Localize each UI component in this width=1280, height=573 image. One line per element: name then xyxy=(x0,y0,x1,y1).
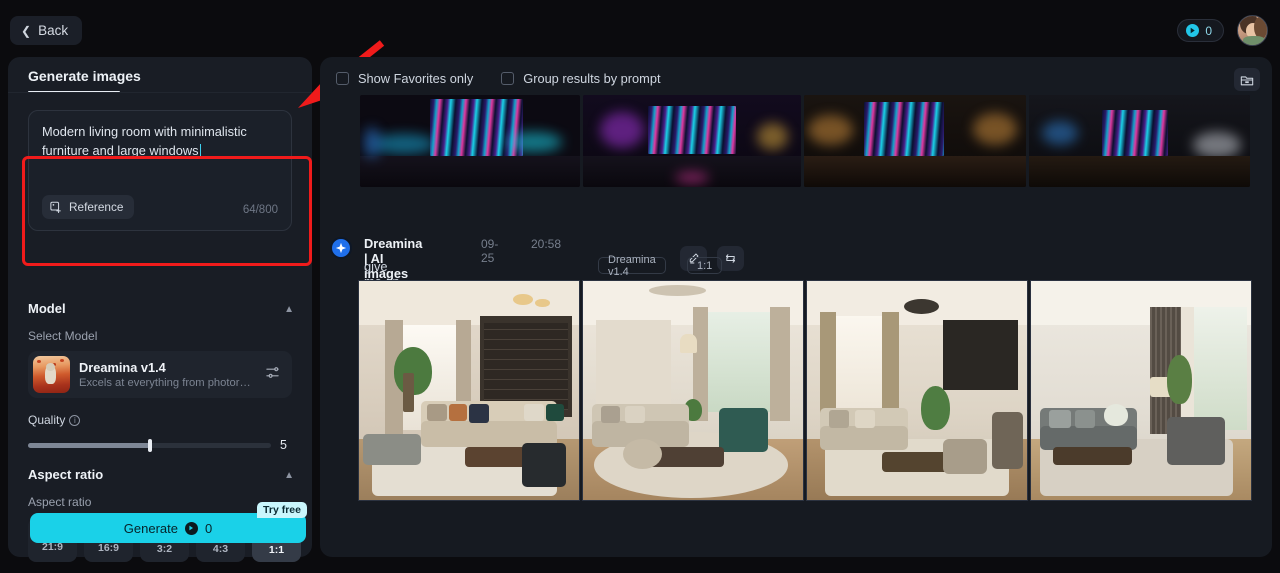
panel-tabs: Generate images xyxy=(8,57,312,101)
aspect-option-label: 16:9 xyxy=(97,542,119,554)
try-free-badge: Try free xyxy=(257,502,307,518)
text-caret xyxy=(199,144,201,157)
top-bar: ❮ Back 0 xyxy=(0,0,1280,60)
previous-results-strip xyxy=(360,95,1250,187)
model-collapse-chevron-up-icon[interactable]: ▲ xyxy=(284,304,294,315)
sliders-icon[interactable] xyxy=(265,365,280,385)
result-thumbnail[interactable] xyxy=(1029,95,1250,187)
char-counter: 64/800 xyxy=(242,204,278,216)
result-date: 09-25 xyxy=(481,237,499,265)
quality-value: 5 xyxy=(280,438,287,452)
model-info: Dreamina v1.4 Excels at everything from … xyxy=(79,360,265,389)
generate-panel: Generate images Modern living room with … xyxy=(8,57,312,562)
generated-image-3[interactable] xyxy=(806,280,1028,501)
image-plus-icon xyxy=(50,201,61,213)
result-thumbnail[interactable] xyxy=(360,95,580,187)
filter-label: Group results by prompt xyxy=(523,71,661,86)
slider-fill xyxy=(28,443,150,448)
aspect-option-label: 4:3 xyxy=(212,542,229,555)
reference-label: Reference xyxy=(69,200,124,214)
filter-group-by-prompt[interactable]: Group results by prompt xyxy=(501,71,661,86)
generated-image-2[interactable] xyxy=(582,280,804,501)
reference-button[interactable]: Reference xyxy=(42,195,135,219)
archive-folder-icon[interactable] xyxy=(1234,68,1260,91)
result-thumbnail[interactable] xyxy=(804,95,1026,187)
result-thumbnail[interactable] xyxy=(583,95,801,187)
tab-divider xyxy=(8,92,312,93)
select-model-label: Select Model xyxy=(28,329,98,343)
quality-label: Quality i xyxy=(28,413,81,427)
filter-label: Show Favorites only xyxy=(358,71,474,86)
generate-button[interactable]: Generate 0 Try free xyxy=(30,502,307,543)
aspect-option-label: 1:1 xyxy=(268,544,285,556)
generate-cost: 0 xyxy=(204,520,213,536)
aspect-section-title: Aspect ratio xyxy=(28,467,104,482)
app-root: ❮ Back 0 Generate images Modern living r… xyxy=(0,0,1280,573)
avatar-shirt xyxy=(1243,36,1265,45)
back-button[interactable]: ❮ Back xyxy=(10,16,83,45)
aspect-option-label: 3:2 xyxy=(156,542,173,555)
info-icon[interactable]: i xyxy=(69,415,81,426)
quality-label-text: Quality xyxy=(28,413,66,427)
coin-icon xyxy=(1186,24,1200,37)
back-button-label: Back xyxy=(38,23,69,38)
credits-value: 0 xyxy=(1205,23,1212,38)
result-filters: Show Favorites only Group results by pro… xyxy=(336,71,661,86)
coin-icon xyxy=(184,521,198,535)
generate-label: Generate xyxy=(123,520,178,536)
prompt-input-box[interactable]: Modern living room with minimalistic fur… xyxy=(28,110,292,231)
results-panel: Show Favorites only Group results by pro… xyxy=(320,57,1272,557)
dreamina-badge-icon xyxy=(330,237,352,259)
checkbox-group-prompt[interactable] xyxy=(501,72,515,85)
prompt-value: Modern living room with minimalistic fur… xyxy=(42,124,247,158)
aspect-collapse-chevron-up-icon[interactable]: ▲ xyxy=(284,470,294,481)
generated-image-1[interactable] xyxy=(358,280,580,501)
model-section-title: Model xyxy=(28,301,66,316)
result-time: 20:58 xyxy=(531,237,562,251)
credits-badge[interactable]: 0 xyxy=(1177,19,1224,42)
result-ratio-pill: 1:1 xyxy=(687,257,723,274)
generated-image-4[interactable] xyxy=(1030,280,1252,501)
chevron-left-icon: ❮ xyxy=(21,23,32,38)
filter-show-favorites[interactable]: Show Favorites only xyxy=(336,71,473,86)
avatar[interactable] xyxy=(1237,15,1268,46)
slider-handle[interactable] xyxy=(147,439,152,452)
tab-generate-images[interactable]: Generate images xyxy=(28,68,141,84)
model-thumbnail xyxy=(33,356,70,393)
aspect-sub-label: Aspect ratio xyxy=(28,495,92,509)
result-model-pill: Dreamina v1.4 xyxy=(598,254,666,278)
model-card[interactable]: Dreamina v1.4 Excels at everything from … xyxy=(28,351,292,398)
checkbox-favorites[interactable] xyxy=(336,72,349,85)
result-image-grid xyxy=(358,280,1252,501)
quality-slider[interactable] xyxy=(28,439,271,452)
model-description: Excels at everything from photoreali... xyxy=(79,377,254,389)
model-name: Dreamina v1.4 xyxy=(79,360,166,375)
prompt-text: Modern living room with minimalistic fur… xyxy=(42,122,282,160)
